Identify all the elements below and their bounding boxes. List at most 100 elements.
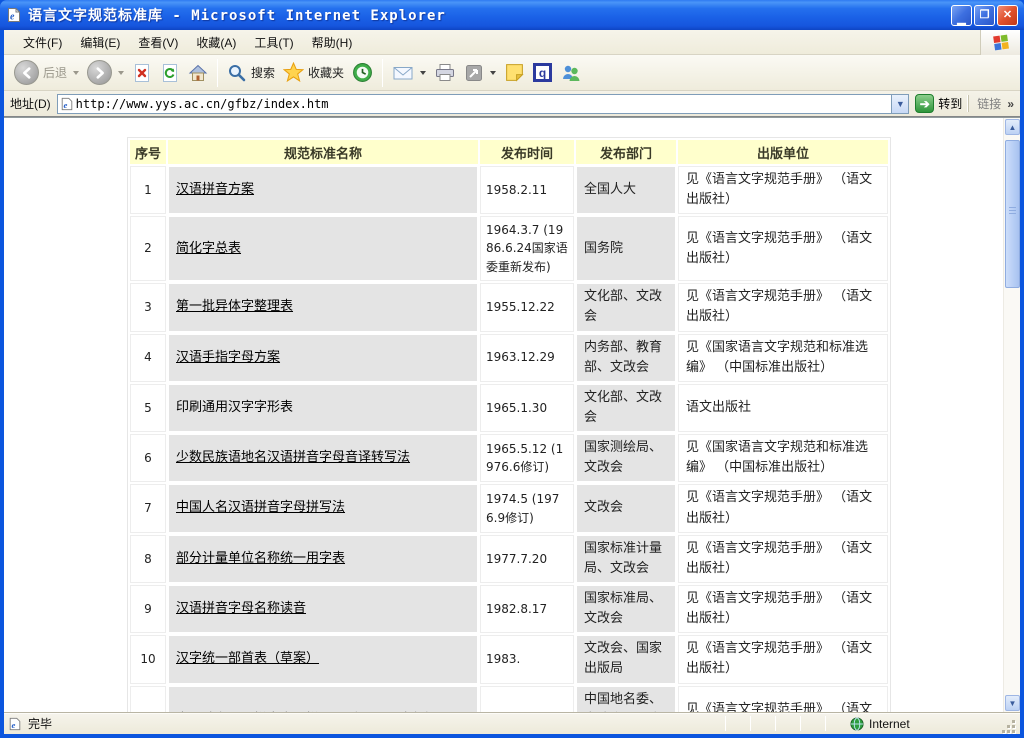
print-button[interactable] (430, 61, 460, 85)
publish-dept-cell: 国务院 (576, 216, 676, 281)
history-button[interactable] (348, 60, 377, 85)
title-bar: e 语言文字规范标准库 - Microsoft Internet Explore… (0, 0, 1024, 30)
search-button[interactable]: 搜索 (223, 61, 279, 85)
standard-name-cell: 汉语拼音字母名称读音 (168, 585, 478, 633)
table-row: 4汉语手指字母方案1963.12.29内务部、教育部、文改会见《国家语言文字规范… (130, 334, 888, 382)
row-number-cell: 1 (130, 166, 166, 214)
publish-dept-cell: 文改会、国家出版局 (576, 635, 676, 683)
go-arrow-icon: ➔ (915, 94, 934, 113)
publish-dept-cell: 全国人大 (576, 166, 676, 214)
standard-name-link[interactable]: 汉语拼音字母名称读音 (176, 601, 306, 616)
standard-name-link[interactable]: 汉语拼音方案 (176, 182, 254, 197)
standard-name-link[interactable]: 汉字统一部首表（草案） (176, 651, 319, 666)
edit-icon (464, 63, 484, 83)
refresh-icon (160, 63, 180, 83)
maximize-button[interactable]: ❐ (974, 5, 995, 26)
toolbar: 后退 (4, 55, 1020, 91)
messenger-icon (560, 63, 582, 83)
search-icon (227, 63, 247, 83)
row-number-cell: 6 (130, 434, 166, 482)
vertical-scrollbar[interactable]: ▲ ▼ (1003, 118, 1020, 712)
menu-favorites[interactable]: 收藏(A) (187, 31, 245, 54)
zone-text: Internet (869, 717, 910, 731)
forward-button[interactable] (83, 58, 128, 87)
table-row: 10汉字统一部首表（草案）1983.文改会、国家出版局见《语言文字规范手册》 （… (130, 635, 888, 683)
standard-name-text: 印刷通用汉字字形表 (176, 400, 293, 415)
standard-name-link[interactable]: 简化字总表 (176, 241, 241, 256)
publisher-cell: 见《语言文字规范手册》 （语文出版社） (678, 484, 888, 532)
menu-file[interactable]: 文件(F) (14, 31, 71, 54)
standard-name-cell: 部分计量单位名称统一用字表 (168, 535, 478, 583)
publish-dept-cell: 国家标准局、文改会 (576, 585, 676, 633)
standard-name-link[interactable]: 中国人名汉语拼音字母拼写法 (176, 500, 345, 515)
scroll-down-button[interactable]: ▼ (1005, 695, 1020, 711)
back-icon (14, 60, 39, 85)
publisher-cell: 见《语言文字规范手册》 （语文出版社） (678, 635, 888, 683)
url-page-icon: e (60, 97, 74, 111)
address-input[interactable] (74, 96, 892, 112)
publish-dept-cell: 文化部、文改会 (576, 384, 676, 432)
table-header-row: 序号 规范标准名称 发布时间 发布部门 出版单位 (130, 140, 888, 164)
edit-button[interactable] (460, 61, 500, 85)
publish-time-cell: 1984.12.25 (480, 686, 574, 712)
refresh-button[interactable] (156, 61, 184, 85)
back-dropdown-icon (73, 71, 79, 75)
publisher-cell: 见《国家语言文字规范和标准选编》 （中国标准出版社） (678, 434, 888, 482)
links-label[interactable]: 链接 (977, 95, 1001, 112)
publish-time-cell: 1977.7.20 (480, 535, 574, 583)
address-bar: 地址(D) e ▼ ➔ 转到 链接 » (4, 91, 1020, 117)
minimize-button[interactable]: ▁ (951, 5, 972, 26)
browser-window: e 语言文字规范标准库 - Microsoft Internet Explore… (0, 0, 1024, 738)
menu-edit[interactable]: 编辑(E) (71, 31, 129, 54)
q-tool-button[interactable]: q (529, 61, 556, 84)
home-button[interactable] (184, 61, 212, 85)
publisher-cell: 见《语言文字规范手册》 （语文出版社） (678, 166, 888, 214)
publish-dept-cell: 国家测绘局、文改会 (576, 434, 676, 482)
address-dropdown-button[interactable]: ▼ (891, 95, 908, 113)
header-publish-time: 发布时间 (480, 140, 574, 164)
standards-table: 序号 规范标准名称 发布时间 发布部门 出版单位 1 汉语拼音方案 1958.2.1… (128, 138, 890, 712)
messenger-button[interactable] (556, 61, 586, 85)
menu-help[interactable]: 帮助(H) (303, 31, 362, 54)
standard-name-cell: 中国地名汉语拼音字母拼写规则（汉语地名部分） (168, 686, 478, 712)
resize-grip[interactable] (1002, 720, 1016, 734)
menu-tools[interactable]: 工具(T) (245, 31, 302, 54)
publish-time-cell: 1963.12.29 (480, 334, 574, 382)
publish-dept-cell: 文化部、文改会 (576, 283, 676, 331)
toolbar-separator (382, 59, 383, 87)
stop-button[interactable] (128, 61, 156, 85)
standard-name-link[interactable]: 部分计量单位名称统一用字表 (176, 551, 345, 566)
links-chevron-icon[interactable]: » (1007, 97, 1014, 111)
publish-time-cell: 1965.1.30 (480, 384, 574, 432)
go-button[interactable]: ➔ 转到 (915, 94, 962, 113)
standard-name-link[interactable]: 第一批异体字整理表 (176, 299, 293, 314)
status-text: 完毕 (28, 715, 52, 732)
publish-time-cell: 1958.2.11 (480, 166, 574, 214)
row-number-cell: 10 (130, 635, 166, 683)
stop-icon (132, 63, 152, 83)
standard-name-link[interactable]: 汉语手指字母方案 (176, 350, 280, 365)
back-button[interactable]: 后退 (10, 58, 83, 87)
favorites-button[interactable]: 收藏夹 (279, 60, 348, 85)
table-row: 9汉语拼音字母名称读音1982.8.17国家标准局、文改会见《语言文字规范手册》… (130, 585, 888, 633)
header-number: 序号 (130, 140, 166, 164)
standard-name-link[interactable]: 少数民族语地名汉语拼音字母音译转写法 (176, 450, 410, 465)
menu-view[interactable]: 查看(V) (129, 31, 187, 54)
publish-time-cell: 1974.5 (1976.9修订) (480, 484, 574, 532)
address-field: e ▼ (57, 94, 910, 114)
svg-text:e: e (10, 12, 15, 23)
table-row: 7中国人名汉语拼音字母拼写法1974.5 (1976.9修订)文改会见《语言文字… (130, 484, 888, 532)
publish-dept-cell: 中国地名委、文改会、国家测绘局 (576, 686, 676, 712)
security-zone: Internet (850, 717, 998, 731)
mail-button[interactable] (388, 62, 430, 84)
close-button[interactable]: ✕ (997, 5, 1018, 26)
discuss-button[interactable] (500, 60, 529, 85)
standard-name-cell: 印刷通用汉字字形表 (168, 384, 478, 432)
web-page: 序号 规范标准名称 发布时间 发布部门 出版单位 1 汉语拼音方案 1958.2.1… (4, 118, 1003, 712)
row-number-cell: 3 (130, 283, 166, 331)
scrollbar-thumb[interactable] (1005, 140, 1020, 288)
status-divider (800, 716, 801, 731)
scroll-up-button[interactable]: ▲ (1005, 119, 1020, 135)
standard-name-cell: 少数民族语地名汉语拼音字母音译转写法 (168, 434, 478, 482)
row-number-cell: 4 (130, 334, 166, 382)
